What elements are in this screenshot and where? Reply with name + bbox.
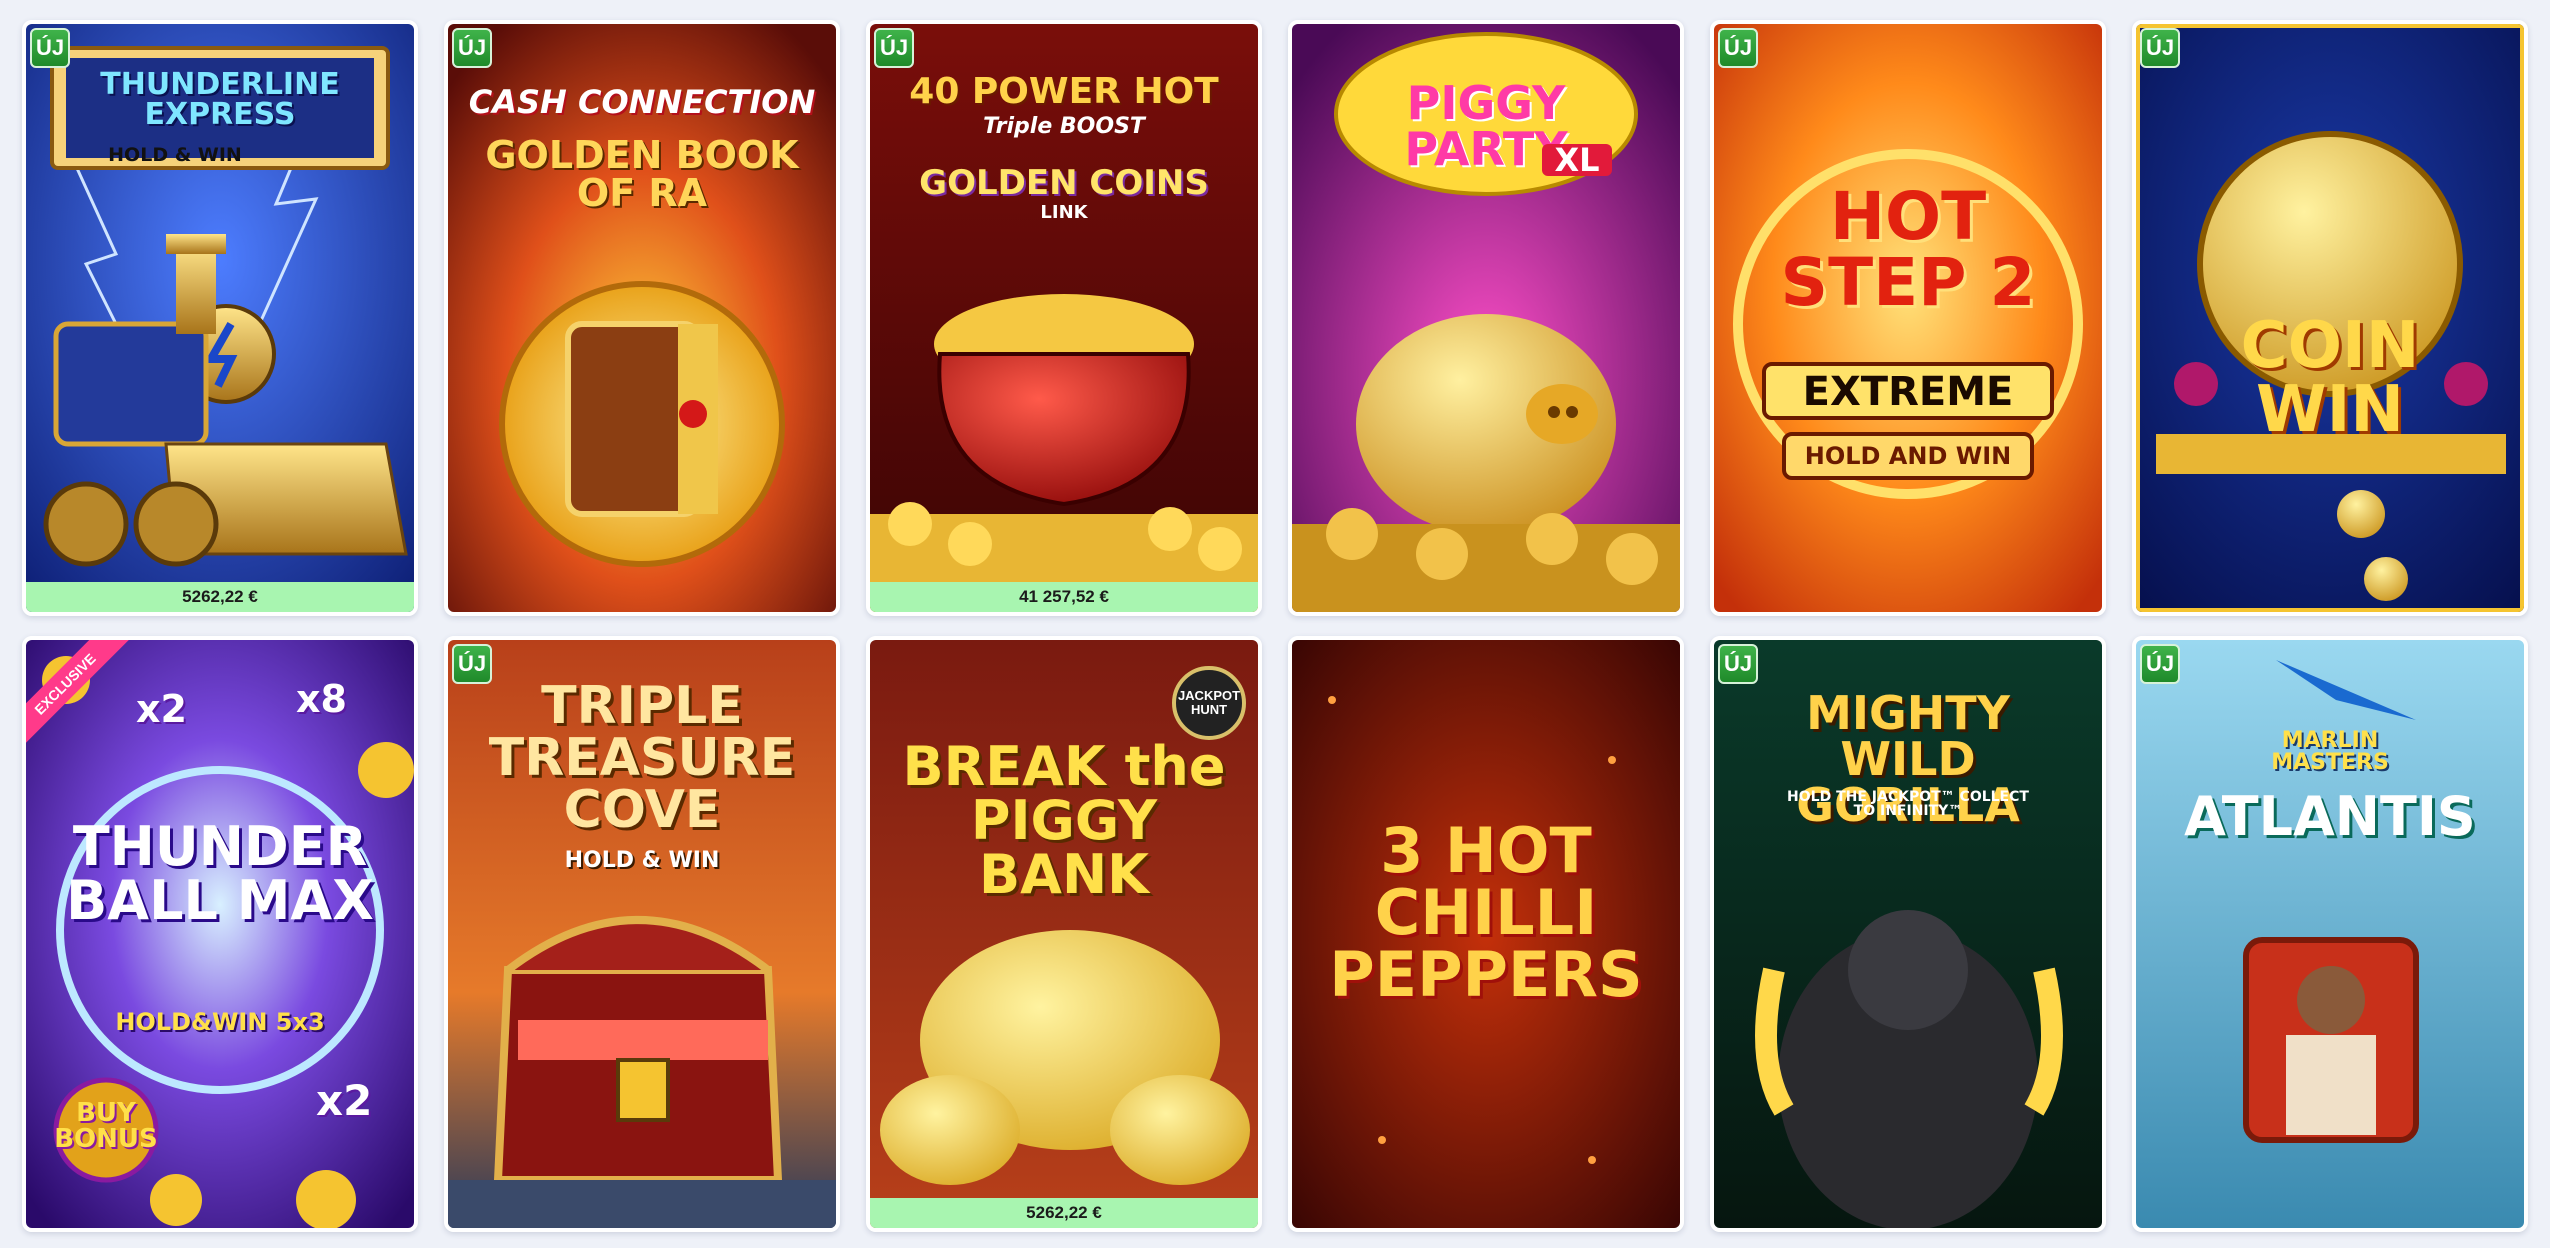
game-card-thunderline-express[interactable]: ÚJ THUNDERLINE EXPRESS HOLD & WIN 5262,2… bbox=[22, 20, 418, 616]
game-subtitle: HOLD & WIN bbox=[108, 144, 242, 166]
jackpot-hunt-seal: JACKPOT HUNT bbox=[1172, 666, 1246, 740]
jackpot-amount: 5262,22 € bbox=[26, 582, 414, 612]
game-card-golden-book-of-ra[interactable]: ÚJ CASH CONNECTION GOLDEN BOOK OF RA bbox=[444, 20, 840, 616]
game-title: THUNDER BALL MAX bbox=[66, 815, 374, 932]
new-badge: ÚJ bbox=[452, 644, 492, 684]
game-thumbnail bbox=[870, 24, 1258, 612]
game-subtitle: GOLDEN BOOK OF RA bbox=[485, 133, 799, 215]
game-subtitle: EXTREME bbox=[1802, 369, 2014, 415]
game-subtitle: Triple BOOST bbox=[983, 114, 1145, 139]
game-card-marlin-masters-atlantis[interactable]: ÚJ MARLIN MASTERS ATLANTIS bbox=[2132, 636, 2528, 1232]
game-card-coin-win[interactable]: ÚJ COIN WIN bbox=[2132, 20, 2528, 616]
new-badge: ÚJ bbox=[874, 28, 914, 68]
game-card-mighty-wild-gorilla[interactable]: ÚJ MIGHTY WILD GORILLA HOLD THE JACKPOT™… bbox=[1710, 636, 2106, 1232]
game-card-hot-step-2-extreme[interactable]: ÚJ HOT STEP 2 EXTREME HOLD AND WIN bbox=[1710, 20, 2106, 616]
jackpot-amount: 5262,22 € bbox=[870, 1198, 1258, 1228]
new-badge: ÚJ bbox=[1718, 644, 1758, 684]
game-title: ATLANTIS bbox=[2184, 785, 2476, 848]
game-title: 3 HOT CHILLI PEPPERS bbox=[1329, 814, 1643, 1011]
game-title: COIN WIN bbox=[2240, 309, 2420, 447]
game-card-3-hot-chilli-peppers[interactable]: 3 HOT CHILLI PEPPERS bbox=[1288, 636, 1684, 1232]
game-title: TRIPLE TREASURE COVE bbox=[488, 676, 796, 840]
game-card-triple-treasure-cove[interactable]: ÚJ TRIPLE TREASURE COVE HOLD & WIN bbox=[444, 636, 840, 1232]
buy-bonus-label: BUY BONUS bbox=[54, 1098, 158, 1154]
game-card-break-the-piggy-bank[interactable]: JACKPOT HUNT BREAK the PIGGY BANK 5262,2… bbox=[866, 636, 1262, 1232]
new-badge: ÚJ bbox=[1718, 28, 1758, 68]
game-subtitle: HOLD & WIN bbox=[564, 848, 720, 873]
game-title: 40 POWER HOT bbox=[909, 71, 1219, 112]
jackpot-amount: 41 257,52 € bbox=[870, 582, 1258, 612]
game-title: CASH CONNECTION bbox=[468, 83, 816, 121]
game-title: THUNDERLINE EXPRESS bbox=[100, 67, 340, 132]
game-title: HOT STEP 2 bbox=[1780, 178, 2036, 321]
game-card-40-power-hot[interactable]: ÚJ 40 POWER HOT Triple BOOST GOLDEN COIN… bbox=[866, 20, 1262, 616]
multiplier-label: x8 bbox=[296, 677, 347, 721]
game-link: LINK bbox=[1040, 202, 1088, 223]
game-extra: GOLDEN COINS bbox=[919, 163, 1209, 203]
multiplier-label: x2 bbox=[136, 687, 187, 731]
game-card-piggy-party-xl[interactable]: PIGGY PARTY XL bbox=[1288, 20, 1684, 616]
game-extra: HOLD AND WIN bbox=[1804, 442, 2012, 470]
new-badge: ÚJ bbox=[2140, 28, 2180, 68]
game-grid: ÚJ THUNDERLINE EXPRESS HOLD & WIN 5262,2… bbox=[0, 0, 2550, 1248]
multiplier-label: x2 bbox=[316, 1076, 373, 1125]
game-subtitle: MARLIN MASTERS bbox=[2271, 728, 2389, 775]
game-title: PIGGY PARTY bbox=[1404, 76, 1568, 176]
game-card-thunder-ball-max[interactable]: EXCLUSIVE x2 x8 THUNDER BALL MAX HOLD&WI… bbox=[22, 636, 418, 1232]
new-badge: ÚJ bbox=[2140, 644, 2180, 684]
game-subtitle: XL bbox=[1542, 144, 1612, 176]
game-title: BREAK the PIGGY BANK bbox=[902, 735, 1226, 906]
game-subtitle: HOLD&WIN 5x3 bbox=[115, 1008, 325, 1036]
new-badge: ÚJ bbox=[30, 28, 70, 68]
new-badge: ÚJ bbox=[452, 28, 492, 68]
game-subtitle: HOLD THE JACKPOT™ COLLECT TO INFINITY™ bbox=[1787, 789, 2029, 819]
